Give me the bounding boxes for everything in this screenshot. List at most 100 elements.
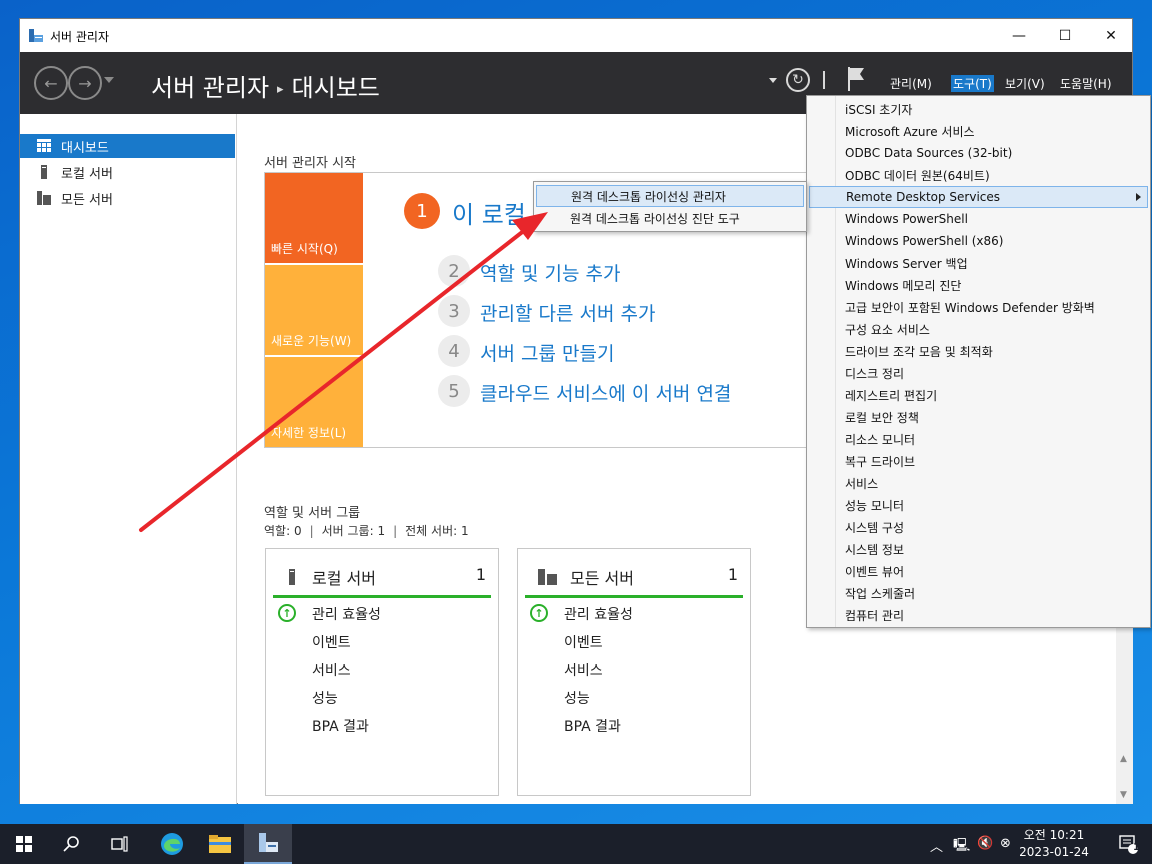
tile-label: 새로운 기능(W) (271, 334, 352, 348)
menu-tools[interactable]: 도구(T) (951, 75, 994, 92)
tools-menu-item-label: 성능 모니터 (845, 498, 905, 513)
tools-dropdown-menu: iSCSI 초기자 Microsoft Azure 서비스 ODBC Data So… (806, 95, 1151, 628)
search-icon (63, 836, 79, 852)
tools-menu-item-label: 이벤트 뷰어 (845, 564, 905, 579)
file-explorer-button[interactable] (196, 824, 244, 864)
breadcrumb-separator-icon: ▸ (277, 81, 284, 97)
back-arrow-icon[interactable]: ← (34, 66, 68, 100)
card-row-events[interactable]: 이벤트 (312, 632, 351, 652)
tools-menu-item-label: 드라이브 조각 모음 및 최적화 (845, 344, 993, 359)
tools-menu-item[interactable]: 고급 보안이 포함된 Windows Defender 방화벽 (809, 296, 1148, 318)
minimize-button[interactable]: — (996, 19, 1042, 52)
card-row-events[interactable]: 이벤트 (564, 632, 603, 652)
servers-icon (37, 191, 51, 205)
menu-help[interactable]: 도움말(H) (1060, 75, 1112, 92)
step-1-badge: 1 (404, 193, 440, 229)
sidebar-item-dashboard[interactable]: 대시보드 (20, 134, 235, 158)
tools-menu-item-label: 로컬 보안 정책 (845, 410, 919, 425)
start-button[interactable] (0, 824, 48, 864)
step-1-link[interactable]: 이 로컬 (452, 195, 526, 230)
tools-menu-item[interactable]: 컴퓨터 관리 (809, 604, 1148, 626)
task-view-icon (111, 836, 128, 852)
card-row-performance[interactable]: 성능 (564, 688, 590, 708)
tools-menu-item[interactable]: Windows PowerShell (809, 208, 1148, 230)
card-row-services[interactable]: 서비스 (312, 660, 351, 680)
server-manager-taskbar-button[interactable] (244, 824, 292, 864)
step-4-link[interactable]: 서버 그룹 만들기 (480, 339, 614, 366)
maximize-button[interactable]: ☐ (1042, 19, 1088, 52)
show-hidden-icons-chevron-icon[interactable]: ︿ (930, 836, 943, 855)
tools-menu-item[interactable]: 서비스 (809, 472, 1148, 494)
tools-menu-item[interactable]: ODBC 데이터 원본(64비트) (809, 164, 1148, 186)
tools-menu-item[interactable]: Windows PowerShell (x86) (809, 230, 1148, 252)
edge-button[interactable] (148, 824, 196, 864)
tools-menu-item[interactable]: 시스템 구성 (809, 516, 1148, 538)
roles-section-title: 역할 및 서버 그룹 (264, 506, 361, 521)
tools-menu-item[interactable]: 구성 요소 서비스 (809, 318, 1148, 340)
card-row-bpa[interactable]: BPA 결과 (564, 716, 621, 736)
tile-quick-start[interactable]: 빠른 시작(Q) (265, 173, 363, 263)
close-button[interactable]: ✕ (1088, 19, 1134, 52)
tools-menu-item[interactable]: 작업 스케줄러 (809, 582, 1148, 604)
search-button[interactable] (48, 824, 96, 864)
tile-whats-new[interactable]: 새로운 기능(W) (265, 265, 363, 355)
scroll-up-icon[interactable]: ▲ (1120, 754, 1127, 764)
total-servers-count: 전체 서버: 1 (405, 524, 469, 538)
tools-menu-item[interactable]: Remote Desktop Services (809, 186, 1148, 208)
step-5-link[interactable]: 클라우드 서비스에 이 서버 연결 (480, 379, 731, 406)
count-separator: | (393, 524, 398, 538)
scroll-down-icon[interactable]: ▼ (1120, 790, 1127, 800)
volume-muted-icon[interactable]: 🔇 (977, 836, 993, 851)
tray-x-icon[interactable]: ⊗ (1000, 836, 1011, 851)
card-row-performance[interactable]: 성능 (312, 688, 338, 708)
network-icon[interactable]: 🖳 (953, 836, 970, 858)
submenu-item-licensing-diagnoser[interactable]: 원격 데스크톱 라이선싱 진단 도구 (536, 207, 804, 229)
local-server-card[interactable]: 로컬 서버 1 ↑ 관리 효율성 이벤트 서비스 성능 BPA 결과 (265, 548, 499, 796)
menu-view[interactable]: 보기(V) (1005, 75, 1045, 92)
tools-menu-item[interactable]: Windows Server 백업 (809, 252, 1148, 274)
server-icon (41, 165, 47, 179)
clock[interactable]: 오전 10:21 2023-01-24 (1018, 827, 1090, 861)
task-view-button[interactable] (96, 824, 144, 864)
server-groups-count: 서버 그룹: 1 (321, 524, 386, 538)
card-row-manageability[interactable]: 관리 효율성 (312, 604, 381, 624)
header-dropdown-icon[interactable] (769, 78, 777, 83)
action-center-button[interactable]: 1 (1104, 824, 1152, 864)
tools-menu-item[interactable]: 복구 드라이브 (809, 450, 1148, 472)
tools-menu-item[interactable]: 디스크 정리 (809, 362, 1148, 384)
step-2-link[interactable]: 역할 및 기능 추가 (480, 259, 620, 286)
tools-menu-item[interactable]: iSCSI 초기자 (809, 98, 1148, 120)
card-row-services[interactable]: 서비스 (564, 660, 603, 680)
dashboard-icon (37, 139, 51, 152)
tools-menu-item[interactable]: 로컬 보안 정책 (809, 406, 1148, 428)
menu-manage[interactable]: 관리(M) (890, 75, 932, 92)
tools-menu-item-label: 시스템 구성 (845, 520, 905, 535)
history-dropdown-icon[interactable] (104, 77, 114, 83)
step-3-link[interactable]: 관리할 다른 서버 추가 (480, 299, 655, 326)
sidebar-item-all-servers[interactable]: 모든 서버 (20, 186, 235, 210)
sidebar-item-local-server[interactable]: 로컬 서버 (20, 160, 235, 184)
card-row-manageability[interactable]: 관리 효율성 (564, 604, 633, 624)
tools-menu-item[interactable]: 드라이브 조각 모음 및 최적화 (809, 340, 1148, 362)
tools-menu-item[interactable]: 리소스 모니터 (809, 428, 1148, 450)
tools-menu-item[interactable]: 성능 모니터 (809, 494, 1148, 516)
tools-menu-item[interactable]: Microsoft Azure 서비스 (809, 120, 1148, 142)
tile-learn-more[interactable]: 자세한 정보(L) (265, 357, 363, 447)
submenu-arrow-icon (1136, 193, 1141, 201)
tools-menu-item[interactable]: 시스템 정보 (809, 538, 1148, 560)
title-bar[interactable]: 서버 관리자 — ☐ ✕ (20, 19, 1132, 52)
notification-flag-icon[interactable] (846, 66, 866, 92)
roles-counts: 역할: 0 | 서버 그룹: 1 | 전체 서버: 1 (264, 522, 469, 539)
all-servers-card[interactable]: 모든 서버 1 ↑ 관리 효율성 이벤트 서비스 성능 BPA 결과 (517, 548, 751, 796)
sidebar-item-label: 모든 서버 (61, 192, 113, 208)
tools-menu-item-label: 구성 요소 서비스 (845, 322, 930, 337)
refresh-icon[interactable]: ↻ (786, 68, 810, 92)
card-row-bpa[interactable]: BPA 결과 (312, 716, 369, 736)
submenu-item-licensing-manager[interactable]: 원격 데스크톱 라이선싱 관리자 (536, 185, 804, 207)
forward-arrow-icon[interactable]: → (68, 66, 102, 100)
step-2-badge: 2 (438, 255, 470, 287)
tools-menu-item[interactable]: ODBC Data Sources (32-bit) (809, 142, 1148, 164)
tools-menu-item[interactable]: Windows 메모리 진단 (809, 274, 1148, 296)
tools-menu-item[interactable]: 이벤트 뷰어 (809, 560, 1148, 582)
tools-menu-item[interactable]: 레지스트리 편집기 (809, 384, 1148, 406)
